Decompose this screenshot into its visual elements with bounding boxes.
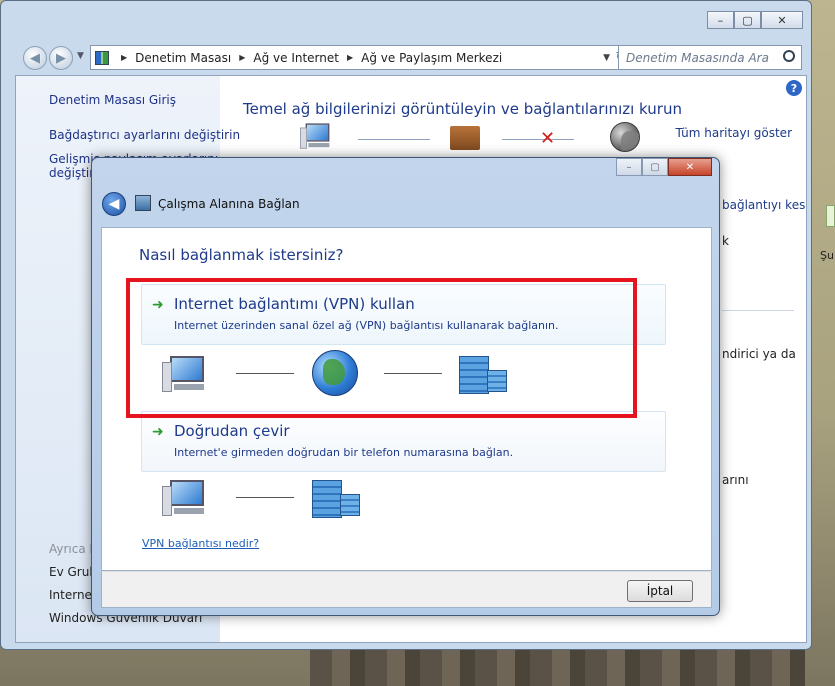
sidebar-item-control-panel-home[interactable]: Denetim Masası Giriş (49, 93, 176, 107)
what-is-vpn-link[interactable]: VPN bağlantısı nedir? (142, 537, 259, 550)
back-arrow-icon[interactable]: ◀ (23, 46, 47, 70)
page-title: Temel ağ bilgilerinizi görüntüleyin ve b… (243, 100, 682, 118)
dialog-maximize-button: ▢ (642, 158, 668, 176)
maximize-button[interactable]: ▢ (734, 11, 761, 29)
window-controls: – ▢ ✕ (707, 11, 803, 29)
cancel-button[interactable]: İptal (627, 580, 693, 602)
right-panel-text: ndirici ya da (722, 347, 796, 361)
dialog-title: Çalışma Alanına Bağlan (158, 197, 300, 211)
breadcrumb-network-internet[interactable]: Ağ ve Internet (253, 51, 339, 65)
direct-dial-option[interactable]: ➜ Doğrudan çevir Internet'e girmeden doğ… (141, 411, 666, 472)
option-description: Internet'e girmeden doğrudan bir telefon… (174, 446, 514, 459)
workplace-building-icon (312, 480, 360, 518)
dialog-question: Nasıl bağlanmak istersiniz? (139, 246, 344, 264)
desktop-shortcut-label[interactable]: Şub (820, 249, 835, 262)
recent-pages-chevron-icon[interactable]: ▼ (77, 51, 84, 61)
breadcrumb-chevron-icon[interactable]: ▶ (347, 53, 353, 62)
dialog-close-button[interactable]: ✕ (668, 158, 712, 176)
connection-line (502, 139, 574, 140)
sidebar-item-internet[interactable]: Internet (49, 588, 97, 602)
highlight-box (126, 278, 637, 418)
dialog-footer: İptal (101, 571, 712, 608)
computer-icon (300, 122, 332, 150)
network-map: ✕ (300, 122, 640, 158)
option-title[interactable]: Doğrudan çevir (174, 422, 290, 440)
breadcrumb-control-panel[interactable]: Denetim Masası (135, 51, 231, 65)
right-panel-text: arını (722, 473, 749, 487)
show-full-map-link[interactable]: Tüm haritayı göster (675, 126, 792, 140)
computer-icon (162, 478, 208, 518)
minimize-button[interactable]: – (707, 11, 734, 29)
desktop-wallpaper-strip (310, 646, 805, 686)
disconnected-x-icon: ✕ (540, 128, 556, 149)
back-arrow-icon[interactable]: ◀ (102, 192, 126, 216)
connection-line (358, 139, 430, 140)
address-bar[interactable]: ▶ Denetim Masası ▶ Ağ ve Internet ▶ Ağ v… (90, 45, 633, 70)
breadcrumb-chevron-icon[interactable]: ▶ (121, 53, 127, 62)
desktop-shortcut-icon[interactable] (826, 205, 835, 227)
search-icon[interactable] (783, 50, 795, 62)
forward-arrow-icon[interactable]: ▶ (49, 46, 73, 70)
sidebar-item-adapter-settings[interactable]: Bağdaştırıcı ayarlarını değiştirin (49, 128, 240, 142)
dial-illustration (162, 474, 582, 524)
disconnect-link[interactable]: bağlantıyı kes (722, 198, 805, 212)
connection-line (236, 497, 294, 498)
divider (722, 310, 794, 311)
breadcrumb-network-sharing-center[interactable]: Ağ ve Paylaşım Merkezi (361, 51, 502, 65)
breadcrumb-chevron-icon[interactable]: ▶ (239, 53, 245, 62)
search-input[interactable]: Denetim Masasında Ara (618, 45, 802, 70)
close-button[interactable]: ✕ (761, 11, 803, 29)
help-icon[interactable]: ? (786, 80, 802, 96)
dialog-minimize-button: – (616, 158, 642, 176)
control-panel-icon (95, 50, 109, 65)
bench-network-icon (450, 126, 480, 150)
right-panel-text: k (722, 234, 729, 248)
navigation-bar: ◀ ▶ ▼ ▶ Denetim Masası ▶ Ağ ve Internet … (19, 45, 809, 71)
green-arrow-icon: ➜ (152, 424, 164, 440)
search-placeholder: Denetim Masasında Ara (626, 51, 769, 65)
dialog-window-controls: – ▢ ✕ (616, 158, 712, 176)
address-dropdown-chevron-icon[interactable]: ▼ (603, 53, 610, 63)
internet-globe-icon (610, 122, 640, 152)
workplace-icon (135, 195, 151, 211)
